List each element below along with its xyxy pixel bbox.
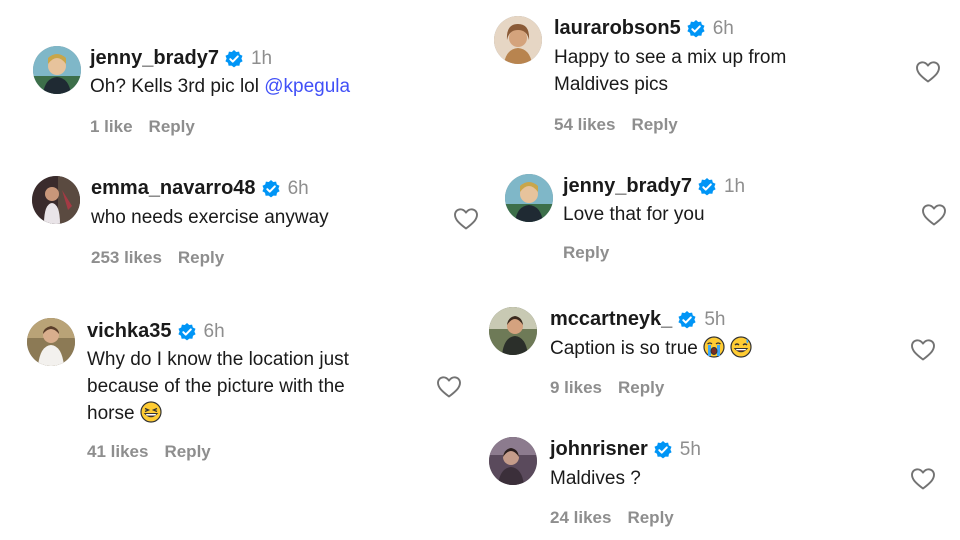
grinning-sweat-face-icon (730, 336, 753, 358)
verified-badge-icon (653, 440, 673, 460)
comment-text: Love that for you (563, 204, 705, 225)
avatar[interactable] (33, 46, 81, 94)
timestamp: 6h (712, 17, 734, 39)
like-heart-icon[interactable] (915, 60, 941, 84)
comment-text: Caption is so true (550, 335, 753, 362)
reply-button[interactable]: Reply (631, 115, 677, 134)
like-count[interactable]: 41 likes (87, 442, 148, 461)
timestamp: 1h (250, 47, 273, 69)
verified-badge-icon (677, 310, 697, 330)
mention-link[interactable]: @kpegula (264, 76, 350, 97)
like-heart-icon[interactable] (910, 338, 936, 362)
reply-button[interactable]: Reply (563, 243, 609, 262)
username[interactable]: jenny_brady7 (563, 175, 692, 198)
like-count[interactable]: 24 likes (550, 508, 611, 527)
avatar[interactable] (32, 176, 80, 224)
like-count[interactable]: 1 like (90, 117, 133, 136)
username[interactable]: mccartneyk_ (550, 308, 672, 331)
username[interactable]: emma_navarro48 (91, 177, 256, 200)
avatar[interactable] (494, 16, 542, 64)
avatar[interactable] (489, 437, 537, 485)
like-count[interactable]: 253 likes (91, 248, 162, 267)
like-count[interactable]: 54 likes (554, 115, 615, 134)
column-divider (478, 0, 479, 540)
timestamp: 5h (704, 308, 726, 330)
username[interactable]: vichka35 (87, 320, 172, 343)
like-heart-icon[interactable] (910, 467, 936, 491)
avatar[interactable] (505, 174, 553, 222)
comment-text: Oh? Kells 3rd pic lol @kpegula (90, 76, 351, 97)
verified-badge-icon (697, 177, 717, 197)
username[interactable]: jenny_brady7 (90, 47, 219, 70)
avatar[interactable] (27, 318, 75, 366)
comment-text: who needs exercise anyway (91, 207, 329, 228)
like-heart-icon[interactable] (436, 375, 462, 399)
verified-badge-icon (224, 49, 244, 69)
timestamp: 6h (287, 177, 309, 199)
verified-badge-icon (686, 19, 706, 39)
username[interactable]: laurarobson5 (554, 17, 681, 40)
verified-badge-icon (177, 322, 197, 342)
loudly-crying-face-icon (703, 336, 725, 358)
like-heart-icon[interactable] (453, 207, 479, 231)
reply-button[interactable]: Reply (164, 442, 210, 461)
comment-text: Why do I know the location just because … (87, 349, 349, 424)
reply-button[interactable]: Reply (618, 378, 664, 397)
grinning-squinting-face-icon (140, 401, 162, 423)
like-count[interactable]: 9 likes (550, 378, 602, 397)
reply-button[interactable]: Reply (627, 508, 673, 527)
comment-text: Happy to see a mix up from Maldives pics (554, 47, 787, 95)
avatar[interactable] (489, 307, 537, 355)
comment-text: Maldives ? (550, 468, 641, 489)
verified-badge-icon (261, 179, 281, 199)
reply-button[interactable]: Reply (149, 117, 195, 136)
like-heart-icon[interactable] (921, 203, 947, 227)
timestamp: 6h (203, 320, 225, 342)
timestamp: 1h (723, 175, 746, 197)
reply-button[interactable]: Reply (178, 248, 224, 267)
username[interactable]: johnrisner (550, 438, 648, 461)
timestamp: 5h (679, 438, 701, 460)
